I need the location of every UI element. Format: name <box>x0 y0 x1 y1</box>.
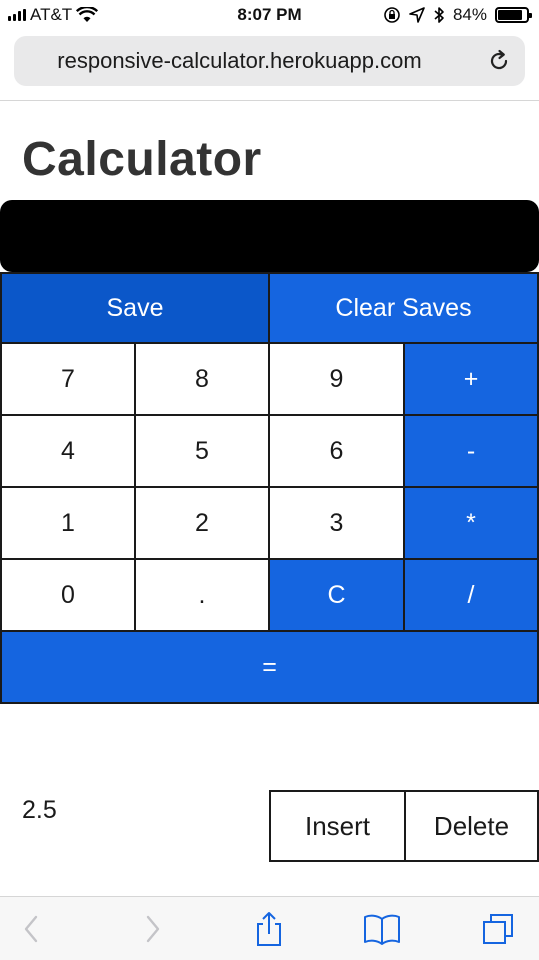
address-bar[interactable]: responsive-calculator.herokuapp.com <box>14 36 525 86</box>
key-multiply[interactable]: * <box>403 486 539 560</box>
bluetooth-icon <box>434 7 444 23</box>
battery-percent: 84% <box>452 5 487 24</box>
location-icon <box>409 7 425 23</box>
chevron-left-icon <box>24 915 38 943</box>
key-clear[interactable]: C <box>268 558 405 632</box>
insert-button[interactable]: Insert <box>269 790 406 862</box>
clear-saves-button[interactable]: Clear Saves <box>268 272 539 344</box>
page-title: Calculator <box>22 133 262 186</box>
share-icon <box>257 912 281 946</box>
battery-level-fill <box>498 10 522 20</box>
key-8[interactable]: 8 <box>134 342 270 416</box>
key-3[interactable]: 3 <box>268 486 405 560</box>
browser-toolbar <box>0 896 539 960</box>
key-divide[interactable]: / <box>403 558 539 632</box>
chevron-right-icon <box>146 915 160 943</box>
battery-icon <box>495 7 532 23</box>
key-1[interactable]: 1 <box>0 486 136 560</box>
delete-button[interactable]: Delete <box>404 790 539 862</box>
tabs-icon <box>483 914 513 944</box>
saved-value: 2.5 <box>22 796 57 824</box>
calculator-display <box>0 200 539 272</box>
back-button[interactable] <box>12 911 52 947</box>
reload-button[interactable] <box>483 45 515 77</box>
key-equals[interactable]: = <box>0 630 539 704</box>
status-right-group: 84% <box>383 5 532 25</box>
key-5[interactable]: 5 <box>134 414 270 488</box>
orientation-lock-icon <box>384 7 400 23</box>
reload-icon <box>490 49 508 70</box>
key-decimal[interactable]: . <box>134 558 270 632</box>
url-text[interactable]: responsive-calculator.herokuapp.com <box>14 48 465 74</box>
key-2[interactable]: 2 <box>134 486 270 560</box>
save-button[interactable]: Save <box>0 272 270 344</box>
share-button[interactable] <box>249 911 289 947</box>
key-plus[interactable]: + <box>403 342 539 416</box>
key-7[interactable]: 7 <box>0 342 136 416</box>
key-minus[interactable]: - <box>403 414 539 488</box>
forward-button[interactable] <box>132 911 172 947</box>
key-4[interactable]: 4 <box>0 414 136 488</box>
key-6[interactable]: 6 <box>268 414 405 488</box>
tabs-button[interactable] <box>478 911 518 947</box>
key-0[interactable]: 0 <box>0 558 136 632</box>
book-icon <box>364 914 400 945</box>
key-9[interactable]: 9 <box>268 342 405 416</box>
divider <box>0 100 539 101</box>
status-bar: AT&T 8:07 PM 84% <box>0 0 539 30</box>
bookmarks-button[interactable] <box>362 911 402 947</box>
